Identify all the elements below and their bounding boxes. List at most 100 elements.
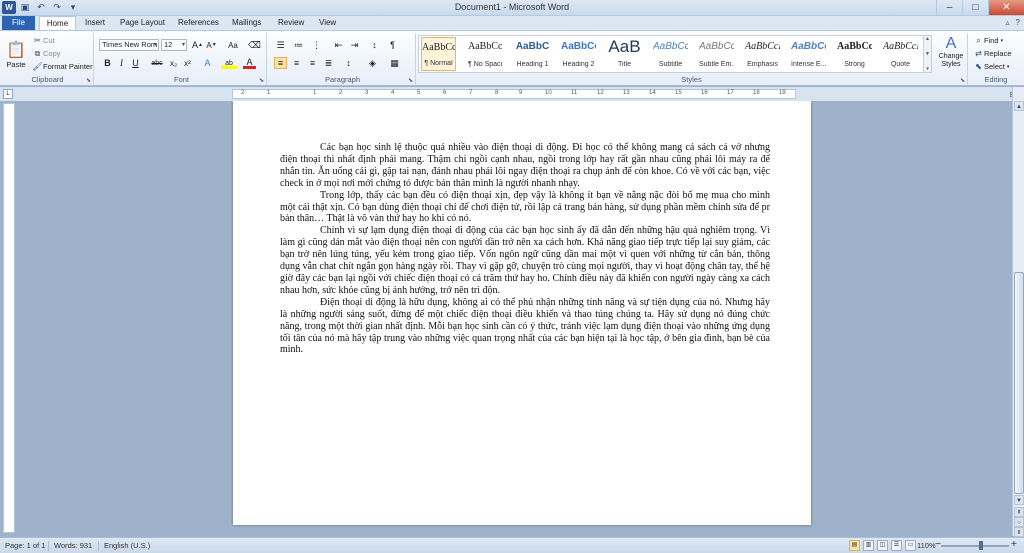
maximize-button[interactable]: □ bbox=[962, 0, 988, 15]
align-left-icon[interactable]: ≡ bbox=[274, 57, 287, 69]
font-launcher-icon[interactable]: ⬊ bbox=[259, 77, 264, 84]
decrease-indent-icon[interactable]: ⇤ bbox=[332, 39, 345, 51]
paragraph-1[interactable]: Các bạn học sinh lệ thuộc quá nhiều vào … bbox=[280, 142, 770, 190]
shrink-font-button[interactable]: A ▼ bbox=[205, 39, 218, 51]
close-button[interactable]: ✕ bbox=[988, 0, 1024, 15]
zoom-out-icon[interactable]: − bbox=[935, 539, 941, 550]
tab-references[interactable]: References bbox=[172, 16, 225, 30]
align-right-icon[interactable]: ≡ bbox=[306, 57, 319, 69]
bold-button[interactable]: B bbox=[101, 57, 114, 69]
increase-indent-icon[interactable]: ⇥ bbox=[348, 39, 361, 51]
previous-page-icon[interactable]: ⇞ bbox=[1014, 507, 1024, 517]
style-no-spacing[interactable]: AaBbCcI ¶ No Spaci... bbox=[468, 37, 503, 71]
page-count[interactable]: Page: 1 of 1 bbox=[5, 541, 45, 550]
zoom-in-icon[interactable]: + bbox=[1011, 539, 1017, 550]
language-indicator[interactable]: English (U.S.) bbox=[104, 541, 150, 550]
minimize-ribbon-icon[interactable]: ▵ bbox=[1006, 18, 1010, 27]
line-spacing-icon[interactable]: ↕ bbox=[342, 57, 355, 69]
replace-button[interactable]: ⇄ Replace bbox=[973, 48, 1011, 59]
scroll-up-icon[interactable]: ▲ bbox=[1014, 101, 1024, 111]
minimize-button[interactable]: – bbox=[936, 0, 962, 15]
show-formatting-icon[interactable]: ¶ bbox=[386, 39, 399, 51]
style-emphasis[interactable]: AaBbCcI Emphasis bbox=[745, 37, 780, 71]
clipboard-launcher-icon[interactable]: ⬊ bbox=[86, 77, 91, 84]
style-normal[interactable]: AaBbCcI ¶ Normal bbox=[421, 37, 456, 71]
style-heading-1[interactable]: AaBbC Heading 1 bbox=[515, 37, 550, 71]
browse-object-icon[interactable]: ○ bbox=[1014, 517, 1024, 527]
style-quote[interactable]: AaBbCcI Quote bbox=[883, 37, 918, 71]
superscript-button[interactable]: x² bbox=[181, 57, 194, 69]
tab-page-layout[interactable]: Page Layout bbox=[114, 16, 171, 30]
outline-view-icon[interactable]: ☰ bbox=[891, 540, 902, 551]
clear-formatting-icon[interactable]: ⌫ bbox=[248, 39, 261, 51]
style-intense-emphasis[interactable]: AaBbCc Intense E... bbox=[791, 37, 826, 71]
tab-selector-icon[interactable]: L bbox=[3, 89, 13, 99]
help-icon[interactable]: ? bbox=[1016, 18, 1020, 27]
zoom-slider[interactable] bbox=[941, 545, 1009, 547]
format-painter-button[interactable]: 🖌 Format Painter bbox=[32, 61, 92, 72]
paragraph-3[interactable]: Chính vì sự lạm dụng điện thoại di động … bbox=[280, 225, 770, 296]
select-button[interactable]: ⬉ Select ▾ bbox=[973, 61, 1009, 72]
style-subtle-emphasis[interactable]: AaBbCcI Subtle Em... bbox=[699, 37, 734, 71]
next-page-icon[interactable]: ⇟ bbox=[1014, 527, 1024, 537]
subscript-button[interactable]: x₂ bbox=[167, 57, 180, 69]
strikethrough-button[interactable]: abc bbox=[149, 57, 165, 69]
numbering-icon[interactable]: ≔ bbox=[292, 39, 305, 51]
change-case-button[interactable]: Aa bbox=[224, 39, 242, 51]
highlight-button[interactable]: ab bbox=[221, 57, 237, 69]
vertical-ruler[interactable] bbox=[3, 103, 15, 533]
vertical-scrollbar[interactable]: ▲ ▼ ⇞ ○ ⇟ bbox=[1012, 87, 1024, 537]
paragraph-2[interactable]: Trong lớp, thấy các bạn đều có điện thoạ… bbox=[280, 190, 770, 226]
copy-button[interactable]: ⧉ Copy bbox=[32, 48, 61, 59]
style-heading-2[interactable]: AaBbCc Heading 2 bbox=[561, 37, 596, 71]
font-color-button[interactable]: A bbox=[243, 57, 256, 69]
zoom-slider-thumb[interactable] bbox=[979, 541, 983, 550]
bullets-icon[interactable]: ☰ bbox=[274, 39, 287, 51]
multilevel-list-icon[interactable]: ⋮ bbox=[310, 39, 323, 51]
underline-button[interactable]: U bbox=[129, 57, 142, 69]
gallery-scroll[interactable]: ▲ ▼ ▾ bbox=[923, 36, 931, 72]
styles-launcher-icon[interactable]: ⬊ bbox=[960, 77, 965, 84]
paragraph-launcher-icon[interactable]: ⬊ bbox=[408, 77, 413, 84]
tab-mailings[interactable]: Mailings bbox=[226, 16, 267, 30]
more-icon[interactable]: ▾ bbox=[926, 66, 929, 72]
ruler-track[interactable]: 2 1 1 2 3 4 5 6 7 8 9 10 11 12 13 14 15 … bbox=[232, 89, 796, 99]
zoom-level[interactable]: 110% bbox=[917, 541, 936, 550]
draft-view-icon[interactable]: ▭ bbox=[905, 540, 916, 551]
find-button[interactable]: ⌕ Find ▾ bbox=[973, 35, 1003, 46]
web-layout-icon[interactable]: ◫ bbox=[877, 540, 888, 551]
style-strong[interactable]: AaBbCcI Strong bbox=[837, 37, 872, 71]
tab-home[interactable]: Home bbox=[39, 16, 76, 30]
italic-button[interactable]: I bbox=[115, 57, 128, 69]
tab-file[interactable]: File bbox=[2, 16, 35, 30]
full-screen-reading-icon[interactable]: ▥ bbox=[863, 540, 874, 551]
horizontal-ruler[interactable]: L 2 1 1 2 3 4 5 6 7 8 9 10 11 12 13 14 1… bbox=[0, 87, 1024, 101]
cut-button[interactable]: ✂ Cut bbox=[32, 35, 55, 46]
document-area[interactable]: Các bạn học sinh lệ thuộc quá nhiều vào … bbox=[17, 101, 1012, 536]
tab-insert[interactable]: Insert bbox=[79, 16, 111, 30]
style-subtitle[interactable]: AaBbCc. Subtitle bbox=[653, 37, 688, 71]
shading-icon[interactable]: ◈ bbox=[366, 57, 379, 69]
text-effects-button[interactable]: A bbox=[201, 57, 214, 69]
borders-icon[interactable]: ▦ bbox=[388, 57, 401, 69]
sort-icon[interactable]: ↕ bbox=[368, 39, 381, 51]
style-title[interactable]: AaB Title bbox=[607, 37, 642, 71]
chevron-down-icon[interactable]: ▼ bbox=[925, 51, 930, 57]
grow-font-button[interactable]: A ▲ bbox=[191, 39, 204, 51]
font-name-combo[interactable]: Times New Rom ▾ bbox=[99, 39, 159, 51]
font-size-combo[interactable]: 12 ▾ bbox=[161, 39, 187, 51]
change-styles-button[interactable]: A Change Styles bbox=[936, 35, 966, 75]
tab-view[interactable]: View bbox=[313, 16, 342, 30]
align-center-icon[interactable]: ≡ bbox=[290, 57, 303, 69]
chevron-up-icon[interactable]: ▲ bbox=[925, 36, 930, 42]
document-body[interactable]: Các bạn học sinh lệ thuộc quá nhiều vào … bbox=[280, 142, 770, 356]
justify-icon[interactable]: ≣ bbox=[322, 57, 335, 69]
paragraph-4[interactable]: Điện thoại di động là hữu dụng, không ai… bbox=[280, 297, 770, 357]
scroll-down-icon[interactable]: ▼ bbox=[1014, 495, 1024, 505]
document-page[interactable]: Các bạn học sinh lệ thuộc quá nhiều vào … bbox=[233, 101, 811, 525]
paste-button[interactable]: 📋 Paste bbox=[4, 35, 28, 73]
scrollbar-thumb[interactable] bbox=[1014, 272, 1024, 494]
print-layout-icon[interactable]: ▤ bbox=[849, 540, 860, 551]
tab-review[interactable]: Review bbox=[272, 16, 310, 30]
word-count[interactable]: Words: 931 bbox=[54, 541, 92, 550]
